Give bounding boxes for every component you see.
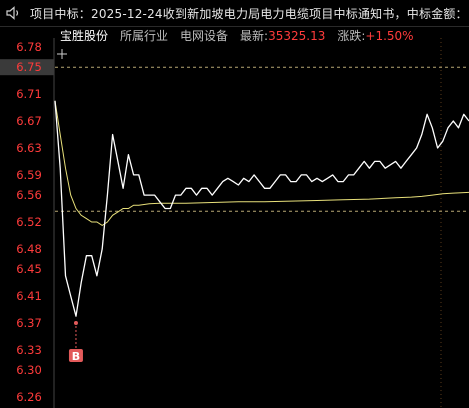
- y-tick-label: 6.75: [16, 60, 42, 74]
- y-tick-label: 6.30: [16, 363, 42, 377]
- y-tick-label: 6.52: [16, 215, 42, 229]
- y-tick-label: 6.33: [16, 343, 42, 357]
- y-tick-label: 6.45: [16, 262, 42, 276]
- y-tick-label: 6.67: [16, 114, 42, 128]
- average-price-line: [54, 100, 469, 226]
- buy-marker-label: B: [72, 350, 80, 363]
- y-tick-label: 6.71: [16, 87, 42, 101]
- y-tick-label: 6.48: [16, 242, 42, 256]
- y-tick-label: 6.56: [16, 188, 42, 202]
- y-tick-label: 6.26: [16, 390, 42, 404]
- y-tick-label: 6.78: [16, 40, 42, 54]
- buy-marker-dot: [73, 320, 78, 325]
- price-line: [54, 100, 469, 317]
- y-tick-label: 6.59: [16, 168, 42, 182]
- intraday-chart[interactable]: 6.78 6.75 6.71 6.67 6.63 6.59 6.56 6.52 6.48 6.45…: [0, 0, 469, 408]
- y-tick-label: 6.37: [16, 316, 42, 330]
- y-tick-label: 6.41: [16, 289, 42, 303]
- y-tick-label: 6.63: [16, 141, 42, 155]
